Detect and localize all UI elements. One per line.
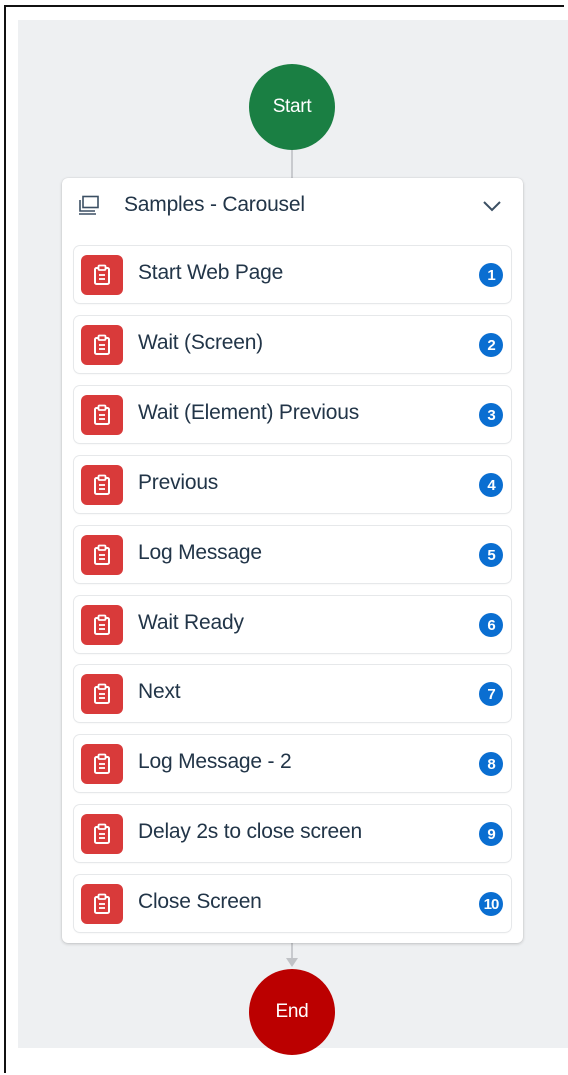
screen-group-card[interactable]: Samples - Carousel Start Web Page 1 Wait (… <box>62 178 523 943</box>
step-number-badge: 6 <box>479 613 503 637</box>
step-label: Log Message - 2 <box>138 750 292 773</box>
step-label: Wait (Element) Previous <box>138 401 360 424</box>
step-item[interactable]: Close Screen 10 <box>74 875 511 932</box>
step-label: Wait Ready <box>138 611 244 634</box>
step-label: Next <box>138 680 181 703</box>
arrow-down-icon <box>286 958 298 967</box>
step-item[interactable]: Delay 2s to close screen 9 <box>74 805 511 862</box>
step-number-badge: 10 <box>479 892 503 916</box>
clipboard-icon <box>81 605 123 645</box>
step-number-badge: 7 <box>479 682 503 706</box>
clipboard-icon <box>81 744 123 784</box>
clipboard-icon <box>81 255 123 295</box>
step-label: Previous <box>138 471 219 494</box>
group-header[interactable]: Samples - Carousel <box>62 178 523 234</box>
step-number-badge: 1 <box>479 263 503 287</box>
step-item[interactable]: Next 7 <box>74 665 511 722</box>
step-label: Close Screen <box>138 890 262 913</box>
clipboard-icon <box>81 535 123 575</box>
screen-group-icon <box>79 195 99 215</box>
step-label: Log Message <box>138 541 262 564</box>
step-item[interactable]: Log Message - 2 8 <box>74 735 511 792</box>
clipboard-icon <box>81 325 123 365</box>
clipboard-icon <box>81 395 123 435</box>
start-label: Start <box>272 96 312 117</box>
step-item[interactable]: Wait (Screen) 2 <box>74 316 511 373</box>
step-item[interactable]: Log Message 5 <box>74 526 511 583</box>
clipboard-icon <box>81 674 123 714</box>
step-item[interactable]: Wait Ready 6 <box>74 596 511 653</box>
step-number-badge: 2 <box>479 333 503 357</box>
connector-start <box>291 150 293 178</box>
step-item[interactable]: Wait (Element) Previous 3 <box>74 386 511 443</box>
step-number-badge: 3 <box>479 403 503 427</box>
step-number-badge: 4 <box>479 473 503 497</box>
end-label: End <box>275 1001 309 1022</box>
step-label: Start Web Page <box>138 261 284 284</box>
step-number-badge: 5 <box>479 543 503 567</box>
end-node[interactable]: End <box>249 969 335 1055</box>
step-item[interactable]: Start Web Page 1 <box>74 246 511 303</box>
step-label: Wait (Screen) <box>138 331 263 354</box>
step-label: Delay 2s to close screen <box>138 820 362 843</box>
start-node[interactable]: Start <box>249 64 335 150</box>
clipboard-icon <box>81 814 123 854</box>
step-item[interactable]: Previous 4 <box>74 456 511 513</box>
step-number-badge: 8 <box>479 752 503 776</box>
group-title: Samples - Carousel <box>124 193 305 216</box>
clipboard-icon <box>81 465 123 505</box>
chevron-down-icon[interactable] <box>480 196 504 216</box>
step-number-badge: 9 <box>479 822 503 846</box>
clipboard-icon <box>81 884 123 924</box>
